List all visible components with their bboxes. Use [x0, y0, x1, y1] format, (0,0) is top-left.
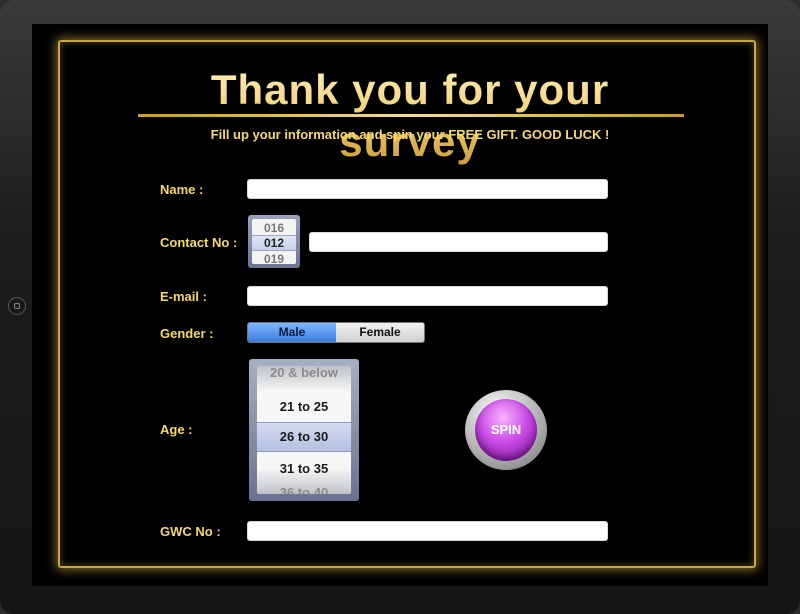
- age-option-selected[interactable]: 26 to 30: [257, 422, 351, 452]
- gender-selector: Male Female: [247, 322, 425, 343]
- page-subtitle: Fill up your information and spin your F…: [210, 127, 610, 142]
- age-option[interactable]: 36 to 40: [257, 478, 351, 494]
- gwc-label: GWC No :: [160, 524, 221, 539]
- contact-prefix-picker[interactable]: 016 012 019: [248, 215, 300, 268]
- picker-option[interactable]: 016: [252, 221, 296, 235]
- home-button[interactable]: [8, 297, 26, 315]
- spin-button[interactable]: SPIN: [465, 390, 547, 470]
- age-label: Age :: [160, 422, 193, 437]
- title-underline: [138, 114, 684, 117]
- age-picker[interactable]: 20 & below 21 to 25 26 to 30 31 to 35 36…: [249, 359, 359, 501]
- gender-label: Gender :: [160, 326, 214, 341]
- name-label: Name :: [160, 182, 204, 197]
- picker-option-selected[interactable]: 012: [252, 236, 296, 250]
- age-option[interactable]: 21 to 25: [257, 392, 351, 422]
- contact-field[interactable]: [309, 232, 608, 252]
- age-option[interactable]: 20 & below: [257, 366, 351, 388]
- contact-label: Contact No :: [160, 235, 238, 250]
- email-label: E-mail :: [160, 289, 207, 304]
- spin-button-label: SPIN: [475, 399, 537, 461]
- picker-option[interactable]: 019: [252, 252, 296, 264]
- name-field[interactable]: [247, 179, 608, 199]
- email-field[interactable]: [247, 286, 608, 306]
- gender-male-button[interactable]: Male: [248, 323, 336, 342]
- gender-female-button[interactable]: Female: [336, 323, 424, 342]
- gwc-field[interactable]: [247, 521, 608, 541]
